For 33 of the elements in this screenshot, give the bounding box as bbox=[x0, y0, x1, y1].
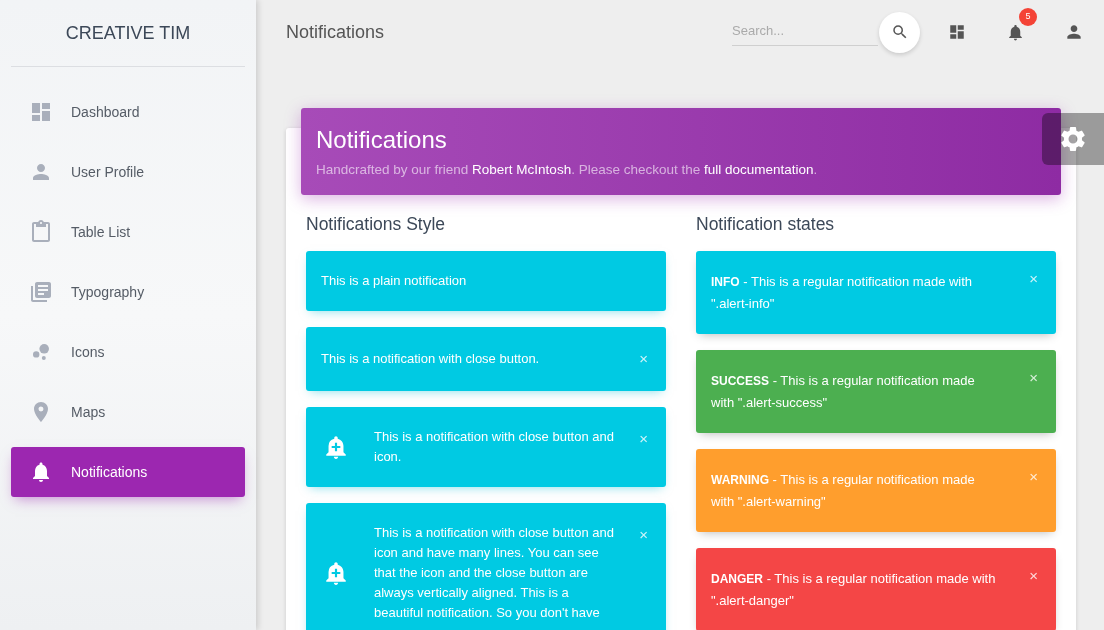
section-title: Notification states bbox=[696, 213, 836, 236]
notification-text: This is a plain notification bbox=[321, 272, 468, 291]
notification-text: INFO - This is a regular notification made with ".alert-info" bbox=[711, 273, 974, 314]
section-title: Notifications Style bbox=[306, 213, 447, 236]
notification-text: This is a notification with close button and icon and have many lines. You can see that the icon and the close button are always vertically aligned. This is a beautiful notification. So you don't have bbox=[374, 524, 615, 623]
settings-button[interactable] bbox=[1042, 113, 1104, 165]
clipboard-icon bbox=[29, 220, 53, 244]
search-icon bbox=[890, 23, 909, 41]
notification-text: This is a notification with close button and icon. bbox=[374, 428, 615, 467]
search-button[interactable] bbox=[879, 11, 920, 53]
sidebar-item[interactable]: Table List bbox=[11, 207, 245, 257]
documentation-link[interactable]: full documentation bbox=[704, 162, 814, 177]
notification-text: This is a notification with close button. bbox=[321, 350, 541, 369]
sidebar-item[interactable]: Dashboard bbox=[11, 87, 245, 137]
page-title: Notifications bbox=[286, 20, 385, 44]
sidebar-item[interactable]: Notifications bbox=[11, 447, 245, 497]
sidebar-item[interactable]: User Profile bbox=[11, 147, 245, 197]
library-icon bbox=[29, 280, 53, 304]
search-field[interactable]: Search... bbox=[732, 16, 878, 46]
brand-logo[interactable]: CREATIVE TIM bbox=[65, 19, 191, 47]
sidebar-item[interactable]: Typography bbox=[11, 267, 245, 317]
sidebar-item[interactable]: Icons bbox=[11, 327, 245, 377]
card-subtitle: Handcrafted by our friend Robert McIntosh. Please checkout the full documentation. bbox=[316, 161, 819, 179]
notification-count: 5 bbox=[1019, 8, 1037, 26]
sidebar-item[interactable]: Maps bbox=[11, 387, 245, 437]
notification-text: WARNING - This is a regular notification made with ".alert-warning" bbox=[711, 471, 976, 512]
dashboard-icon bbox=[948, 23, 966, 41]
bell-plus-icon bbox=[323, 560, 349, 587]
card-title: Notifications bbox=[316, 125, 448, 155]
notification-text: SUCCESS - This is a regular notification made with ".alert-success" bbox=[711, 372, 976, 413]
bell-plus-icon bbox=[323, 434, 349, 461]
dashboard-icon bbox=[29, 100, 53, 124]
notification-text: DANGER - This is a regular notification made with ".alert-danger" bbox=[711, 570, 997, 611]
